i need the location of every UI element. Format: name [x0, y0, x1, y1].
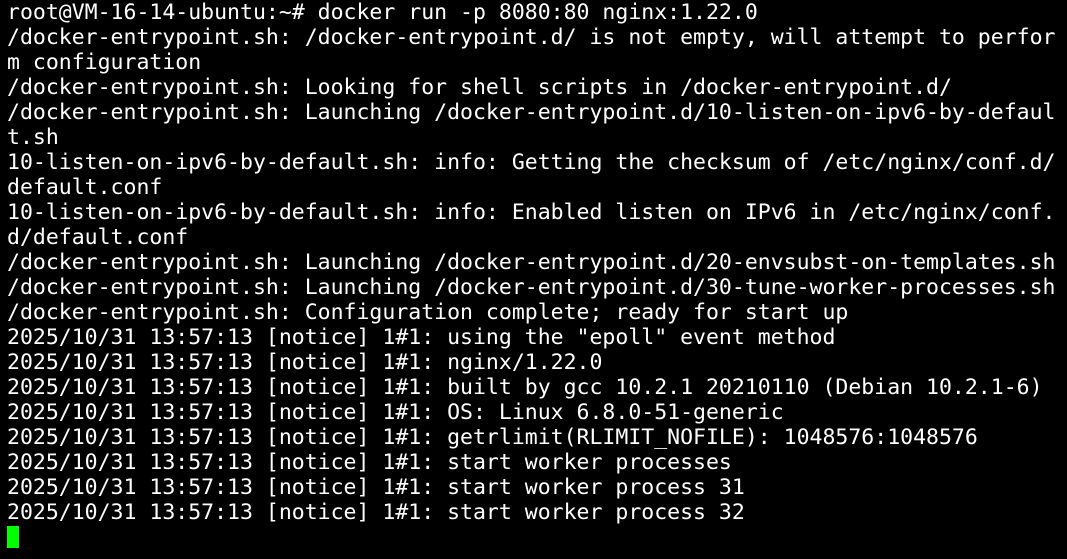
text-cursor	[7, 526, 19, 548]
terminal-log-line: 2025/10/31 13:57:13 [notice] 1#1: built …	[7, 375, 1043, 400]
terminal-line: m configuration	[7, 50, 202, 75]
terminal-input-line[interactable]	[7, 525, 1067, 550]
terminal-line: /docker-entrypoint.sh: Launching /docker…	[7, 275, 1056, 300]
terminal-line: default.conf	[7, 175, 163, 200]
terminal-line: 10-listen-on-ipv6-by-default.sh: info: E…	[7, 200, 1056, 225]
terminal-log-line: 2025/10/31 13:57:13 [notice] 1#1: start …	[7, 500, 745, 525]
terminal-line: /docker-entrypoint.sh: Configuration com…	[7, 300, 849, 325]
terminal-line-prompt: root@VM-16-14-ubuntu:~# docker run -p 80…	[7, 0, 758, 25]
terminal-line: d/default.conf	[7, 225, 189, 250]
terminal-line: /docker-entrypoint.sh: Launching /docker…	[7, 250, 1056, 275]
terminal-log-line: 2025/10/31 13:57:13 [notice] 1#1: start …	[7, 475, 745, 500]
terminal-line: 10-listen-on-ipv6-by-default.sh: info: G…	[7, 150, 1056, 175]
terminal-log-line: 2025/10/31 13:57:13 [notice] 1#1: OS: Li…	[7, 400, 784, 425]
terminal-window[interactable]: root@VM-16-14-ubuntu:~# docker run -p 80…	[0, 0, 1067, 559]
terminal-line: /docker-entrypoint.sh: Looking for shell…	[7, 75, 952, 100]
terminal-log-line: 2025/10/31 13:57:13 [notice] 1#1: nginx/…	[7, 350, 603, 375]
terminal-line: t.sh	[7, 125, 59, 150]
terminal-log-line: 2025/10/31 13:57:13 [notice] 1#1: using …	[7, 325, 836, 350]
terminal-line: /docker-entrypoint.sh: Launching /docker…	[7, 100, 1056, 125]
terminal-line: /docker-entrypoint.sh: /docker-entrypoin…	[7, 25, 1056, 50]
terminal-log-line: 2025/10/31 13:57:13 [notice] 1#1: getrli…	[7, 425, 978, 450]
terminal-log-line: 2025/10/31 13:57:13 [notice] 1#1: start …	[7, 450, 732, 475]
